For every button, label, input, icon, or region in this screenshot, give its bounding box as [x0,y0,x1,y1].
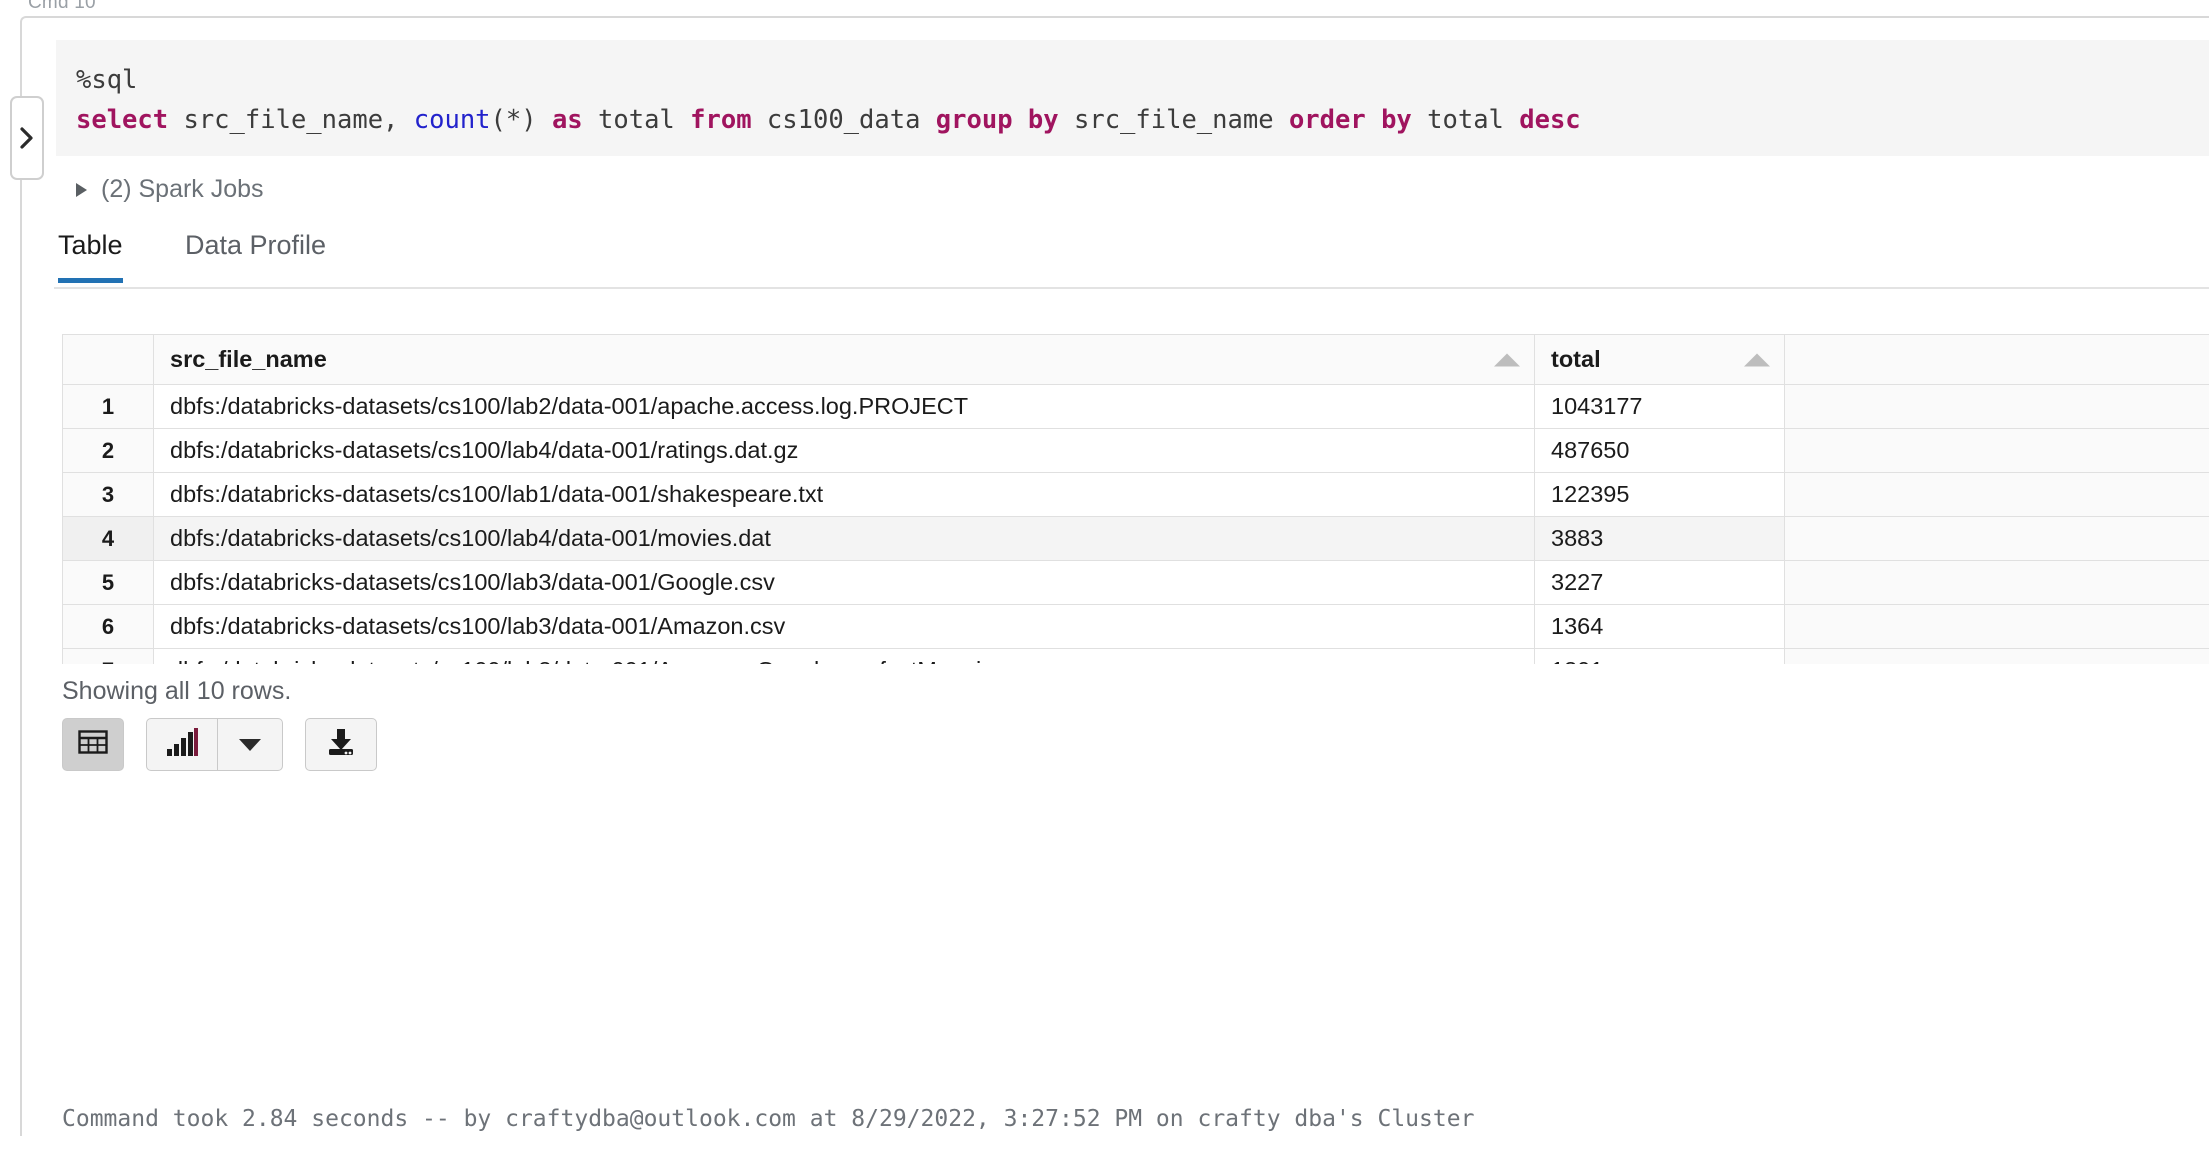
table-header: src_file_name total [62,334,2209,385]
cell-src-file-name[interactable]: dbfs:/databricks-datasets/cs100/lab4/dat… [153,516,1535,561]
chart-view-button-group [146,718,283,771]
table-row[interactable]: 1 dbfs:/databricks-datasets/cs100/lab2/da… [62,384,2209,429]
code-token: by [1027,105,1059,135]
chart-type-dropdown-button[interactable] [217,719,282,770]
result-table: src_file_name total 1 dbfs:/databricks-da… [62,334,2209,664]
cell-filler [1784,604,2209,649]
command-status-text: Command took 2.84 seconds -- by craftydb… [62,1106,1475,1132]
cell-filler [1784,516,2209,561]
cell-total[interactable]: 3883 [1534,516,1785,561]
cell-total[interactable]: 3227 [1534,560,1785,605]
code-token: group [935,105,1013,135]
column-header-filler [1784,334,2209,385]
cell-src-file-name[interactable]: dbfs:/databricks-datasets/cs100/lab3/dat… [153,648,1535,664]
download-icon [325,727,357,762]
spark-jobs-toggle[interactable]: (2) Spark Jobs [76,175,264,204]
cell-filler [1784,384,2209,429]
code-token: order [1288,105,1366,135]
table-row[interactable]: 6 dbfs:/databricks-datasets/cs100/lab3/da… [62,604,2209,649]
row-index-cell: 6 [62,604,154,649]
code-token: from [690,105,752,135]
table-row[interactable]: 2 dbfs:/databricks-datasets/cs100/lab4/da… [62,428,2209,473]
table-body: 1 dbfs:/databricks-datasets/cs100/lab2/da… [62,384,2209,664]
code-token: as [551,105,583,135]
cell-total[interactable]: 487650 [1534,428,1785,473]
sort-ascending-caret-icon[interactable] [1494,353,1520,366]
row-index-cell: 3 [62,472,154,517]
table-view-button[interactable] [62,718,124,771]
cell-filler [1784,472,2209,517]
cell-filler [1784,648,2209,664]
code-token: total [1411,105,1520,135]
table-row[interactable]: 7dbfs:/databricks-datasets/cs100/lab3/da… [62,648,2209,664]
cell-src-file-name[interactable]: dbfs:/databricks-datasets/cs100/lab3/dat… [153,604,1535,649]
cmd-label: Cmd 10 [28,0,96,13]
column-header-label: total [1551,346,1601,372]
cell-total[interactable]: 1364 [1534,604,1785,649]
bar-chart-icon [165,727,199,762]
visualization-toolbar [62,718,377,771]
code-token: count [413,105,491,135]
code-token: cs100_data [751,105,936,135]
row-index-cell: 7 [62,648,154,664]
code-token: src_file_name [1058,105,1289,135]
table-grid-icon [78,729,108,760]
chart-view-button[interactable] [147,719,217,770]
cell-total[interactable]: 1301 [1534,648,1785,664]
chevron-down-icon [239,738,261,751]
result-table-container[interactable]: src_file_name total 1 dbfs:/databricks-da… [62,334,2209,664]
code-token: src_file_name, [168,105,414,135]
code-line-magic: %sql [76,65,138,95]
chevron-right-icon[interactable] [10,96,44,180]
table-header-row: src_file_name total [62,334,2209,385]
column-header-src-file-name[interactable]: src_file_name [153,334,1535,385]
row-index-cell: 5 [62,560,154,605]
column-header-total[interactable]: total [1534,334,1785,385]
cell-src-file-name[interactable]: dbfs:/databricks-datasets/cs100/lab4/dat… [153,428,1535,473]
code-token: by [1381,105,1412,135]
code-token: select [76,105,169,135]
spark-jobs-label: (2) Spark Jobs [101,175,264,203]
column-header-label: src_file_name [170,346,327,372]
table-row[interactable]: 4 dbfs:/databricks-datasets/cs100/lab4/da… [62,516,2209,561]
tab-data-profile[interactable]: Data Profile [185,230,326,281]
result-tabs: Table Data Profile [54,230,2209,289]
notebook-cell: %sql select src_file_name, count(*) as t… [10,16,2209,1136]
table-row[interactable]: 3 dbfs:/databricks-datasets/cs100/lab1/da… [62,472,2209,517]
row-index-header [62,334,154,385]
notebook-cell-screen: Cmd 10 %sql select src_file_name, count(… [0,0,2209,1164]
code-token: total [582,105,691,135]
row-index-cell: 1 [62,384,154,429]
table-row[interactable]: 5 dbfs:/databricks-datasets/cs100/lab3/da… [62,560,2209,605]
sql-code-editor[interactable]: %sql select src_file_name, count(*) as t… [56,40,2209,156]
sort-ascending-caret-icon[interactable] [1744,353,1770,366]
triangle-right-icon [76,182,87,197]
cell-total[interactable]: 122395 [1534,472,1785,517]
download-results-button[interactable] [305,718,377,771]
code-line-sql: select src_file_name, count(*) as total … [56,100,2209,140]
cell-total[interactable]: 1043177 [1534,384,1785,429]
row-index-cell: 4 [62,516,154,561]
tab-table[interactable]: Table [58,230,123,283]
cell-src-file-name[interactable]: dbfs:/databricks-datasets/cs100/lab1/dat… [153,472,1535,517]
cell-filler [1784,560,2209,605]
row-index-cell: 2 [62,428,154,473]
code-token: (*) [490,105,537,135]
code-token: desc [1519,105,1581,135]
cell-src-file-name[interactable]: dbfs:/databricks-datasets/cs100/lab3/dat… [153,560,1535,605]
showing-rows-label: Showing all 10 rows. [62,677,292,705]
cell-src-file-name[interactable]: dbfs:/databricks-datasets/cs100/lab2/dat… [153,384,1535,429]
cell-filler [1784,428,2209,473]
